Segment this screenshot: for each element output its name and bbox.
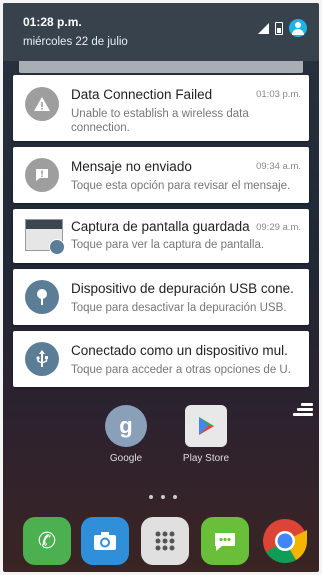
notification-title: Dispositivo de depuración USB cone. <box>71 281 294 296</box>
chrome-icon[interactable] <box>261 517 309 565</box>
notification-title: Captura de pantalla guardada <box>71 219 250 234</box>
warning-icon <box>25 87 59 121</box>
notification-usb-connected[interactable]: Conectado como un dispositivo mul. Toque… <box>13 331 309 387</box>
screenshot-badge-icon <box>49 239 65 255</box>
notification-text: Toque esta opción para revisar el mensaj… <box>71 180 291 192</box>
notification-text: Toque para ver la captura de pantalla. <box>71 239 265 251</box>
status-time: 01:28 p.m. <box>23 15 82 29</box>
play-store-icon <box>185 405 227 447</box>
notification-time: 01:03 p.m. <box>256 89 301 100</box>
notification-usb-debugging[interactable]: Dispositivo de depuración USB cone. Toqu… <box>13 269 309 325</box>
status-date: miércoles 22 de julio <box>23 36 128 48</box>
usb-debug-icon <box>25 280 59 314</box>
user-avatar-icon[interactable] <box>289 19 307 37</box>
camera-icon[interactable] <box>81 517 129 565</box>
phone-icon[interactable]: ✆ <box>23 517 71 565</box>
notification-message-not-sent[interactable]: Mensaje no enviado 09:34 a.m. Toque esta… <box>13 147 309 203</box>
app-play-store[interactable]: Play Store <box>176 405 236 464</box>
clear-all-icon[interactable] <box>293 403 313 418</box>
notification-text: Unable to establish a wireless data conn… <box>71 108 249 134</box>
app-google[interactable]: g Google <box>96 405 156 464</box>
notification-text: Toque para acceder a otras opciones de U… <box>71 364 291 376</box>
notification-data-connection-failed[interactable]: Data Connection Failed 01:03 p.m. Unable… <box>13 75 309 141</box>
app-label: Play Store <box>182 453 230 464</box>
dock: ✆ <box>3 513 319 572</box>
message-alert-icon <box>25 158 59 192</box>
notification-time: 09:29 a.m. <box>256 222 301 233</box>
phone-screen: 01:28 p.m. miércoles 22 de julio Data Co… <box>3 3 319 572</box>
search-bar-behind <box>19 61 303 73</box>
app-label: Google <box>109 453 143 464</box>
notification-text: Toque para desactivar la depuración USB. <box>71 302 287 314</box>
battery-icon <box>275 21 283 35</box>
notification-screenshot-saved[interactable]: Captura de pantalla guardada 09:29 a.m. … <box>13 209 309 263</box>
notification-time: 09:34 a.m. <box>256 161 301 172</box>
notification-title: Data Connection Failed <box>71 87 213 102</box>
usb-icon <box>25 342 59 376</box>
notification-title: Mensaje no enviado <box>71 159 192 174</box>
status-bar: 01:28 p.m. miércoles 22 de julio <box>3 3 319 61</box>
google-icon: g <box>105 405 147 447</box>
signal-icon <box>258 22 269 34</box>
app-drawer-icon[interactable] <box>141 517 189 565</box>
status-icons <box>258 19 307 37</box>
messaging-icon[interactable] <box>201 517 249 565</box>
page-indicator <box>149 495 177 499</box>
notification-title: Conectado como un dispositivo mul. <box>71 343 288 358</box>
